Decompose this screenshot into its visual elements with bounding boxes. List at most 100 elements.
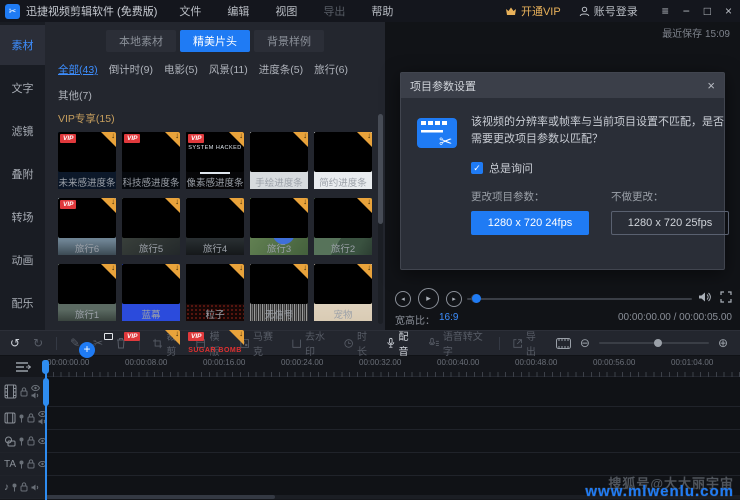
download-badge-icon[interactable] xyxy=(293,132,308,147)
download-badge-icon[interactable] xyxy=(165,132,180,147)
download-badge-icon[interactable] xyxy=(101,264,116,279)
material-thumbnail[interactable]: VIP + SUGAR BOMB xyxy=(186,330,244,370)
download-badge-icon[interactable] xyxy=(101,198,116,213)
seek-knob[interactable] xyxy=(472,294,481,303)
undo-button[interactable]: ↺ xyxy=(10,337,20,349)
pin-icon[interactable] xyxy=(19,437,24,446)
material-thumbnail[interactable]: VIP + xyxy=(314,264,372,304)
close-button[interactable]: × xyxy=(725,4,732,18)
add-to-timeline-button[interactable]: + xyxy=(79,342,95,358)
lock-icon[interactable] xyxy=(20,387,28,397)
material-thumbnail[interactable]: VIP + xyxy=(58,132,116,172)
material-thumbnail[interactable]: VIP + xyxy=(186,198,244,238)
materials-scrollbar[interactable] xyxy=(378,114,383,324)
material-item[interactable]: VIP + 旅行3 xyxy=(250,198,308,255)
material-thumbnail[interactable]: VIP + xyxy=(314,198,372,238)
material-item[interactable]: VIP + 未来感进度条 xyxy=(58,132,116,189)
next-frame-button[interactable]: ▸ xyxy=(446,291,462,307)
material-thumbnail[interactable]: VIP + xyxy=(58,264,116,304)
download-badge-icon[interactable] xyxy=(165,198,180,213)
material-item[interactable]: VIP + 简约进度条 xyxy=(314,132,372,189)
track-mute-icon[interactable] xyxy=(31,484,40,491)
material-thumbnail[interactable]: VIP + xyxy=(122,264,180,304)
material-thumbnail[interactable]: VIP + xyxy=(250,198,308,238)
speech-to-text-button[interactable]: 语音转文字 xyxy=(429,328,486,358)
export-button[interactable]: 导出 xyxy=(513,328,543,358)
download-badge-icon[interactable] xyxy=(229,330,244,345)
track-mute-icon[interactable] xyxy=(31,392,40,399)
material-thumbnail[interactable]: VIP + xyxy=(186,264,244,304)
lock-icon[interactable] xyxy=(27,436,35,446)
pip-track[interactable] xyxy=(0,407,740,430)
material-thumbnail[interactable]: VIP + xyxy=(122,198,180,238)
material-item[interactable]: VIP + 宠物 xyxy=(314,264,372,321)
material-item[interactable]: VIP + 旅行6 xyxy=(58,198,116,255)
timeline-view-icon[interactable] xyxy=(556,338,571,349)
seek-bar[interactable] xyxy=(467,298,692,300)
mosaic-button[interactable]: 马赛克 xyxy=(240,328,279,358)
material-item[interactable]: VIP + 粒子 xyxy=(186,264,244,321)
minimize-button[interactable]: − xyxy=(683,4,690,18)
materials-tab[interactable]: 背景样例 xyxy=(254,30,324,52)
account-login-button[interactable]: 账号登录 xyxy=(579,3,638,19)
material-thumbnail[interactable]: VIP + xyxy=(314,132,372,172)
download-badge-icon[interactable] xyxy=(293,264,308,279)
video-track-header[interactable] xyxy=(0,377,45,406)
dub-button[interactable]: 配音 xyxy=(387,328,416,358)
material-thumbnail[interactable]: VIP + xyxy=(250,132,308,172)
material-item[interactable]: VIP + 旅行5 xyxy=(122,198,180,255)
track-manager-button[interactable] xyxy=(0,356,45,377)
sidebar-item[interactable]: 滤镜 xyxy=(0,111,45,151)
window-menu-button[interactable]: ≡ xyxy=(662,4,669,18)
zoom-in-icon[interactable]: ⊕ xyxy=(718,336,728,350)
playhead-handle[interactable] xyxy=(42,360,49,374)
redo-button[interactable]: ↻ xyxy=(33,337,43,349)
download-badge-icon[interactable] xyxy=(165,264,180,279)
keep-params-button[interactable]: 1280 x 720 25fps xyxy=(611,211,729,235)
download-badge-icon[interactable] xyxy=(101,132,116,147)
video-track-lane[interactable] xyxy=(45,377,740,406)
zoom-out-icon[interactable]: ⊖ xyxy=(580,336,590,350)
material-thumbnail[interactable]: VIP + xyxy=(122,132,180,172)
category-link[interactable]: 旅行(6) xyxy=(314,62,348,77)
always-ask-checkbox[interactable]: ✓ xyxy=(471,162,483,174)
category-link[interactable]: 电影(5) xyxy=(164,62,198,77)
playhead-grip[interactable] xyxy=(43,378,49,406)
material-item[interactable]: VIP + 蓝幕 xyxy=(122,264,180,321)
materials-tab[interactable]: 精美片头 xyxy=(180,30,250,52)
category-link[interactable]: 全部(43) xyxy=(58,62,98,77)
menu-item[interactable]: 视图 xyxy=(275,3,297,19)
download-badge-icon[interactable] xyxy=(357,198,372,213)
category-link[interactable]: 倒计时(9) xyxy=(109,62,153,77)
category-link[interactable]: 风景(11) xyxy=(209,62,248,77)
play-button[interactable]: ▸ xyxy=(418,288,439,309)
material-item[interactable]: VIP + 科技感进度条 xyxy=(122,132,180,189)
pin-icon[interactable] xyxy=(19,414,24,423)
download-badge-icon[interactable] xyxy=(229,264,244,279)
music-track-header[interactable]: ♪ xyxy=(0,476,45,498)
sidebar-item[interactable]: 素材 xyxy=(0,25,45,65)
duration-button[interactable]: 时长 xyxy=(344,328,374,358)
sidebar-item[interactable]: 转场 xyxy=(0,197,45,237)
text-track-lane[interactable] xyxy=(47,453,740,475)
menu-item[interactable]: 帮助 xyxy=(371,3,393,19)
download-badge-icon[interactable] xyxy=(229,132,244,147)
material-item[interactable]: VIP + 旅行1 xyxy=(58,264,116,321)
material-item[interactable]: VIP + 旅行4 xyxy=(186,198,244,255)
maximize-button[interactable]: □ xyxy=(704,4,711,18)
sidebar-item[interactable]: 配乐 xyxy=(0,283,45,323)
pin-icon[interactable] xyxy=(12,483,17,492)
pip-track-header[interactable] xyxy=(0,407,47,429)
material-item[interactable]: VIP + SYSTEM HACKED 像素感进度条 xyxy=(186,132,244,189)
video-track[interactable] xyxy=(0,377,740,407)
pin-icon[interactable] xyxy=(19,460,24,469)
download-badge-icon[interactable] xyxy=(165,330,180,345)
sidebar-item[interactable]: 动画 xyxy=(0,240,45,280)
lock-icon[interactable] xyxy=(27,413,35,423)
download-badge-icon[interactable] xyxy=(357,132,372,147)
lock-icon[interactable] xyxy=(20,482,28,492)
zoom-knob[interactable] xyxy=(654,339,662,347)
material-item[interactable]: VIP + 无信号 xyxy=(250,264,308,321)
download-badge-icon[interactable] xyxy=(357,264,372,279)
material-item[interactable]: VIP + 手绘进度条 xyxy=(250,132,308,189)
